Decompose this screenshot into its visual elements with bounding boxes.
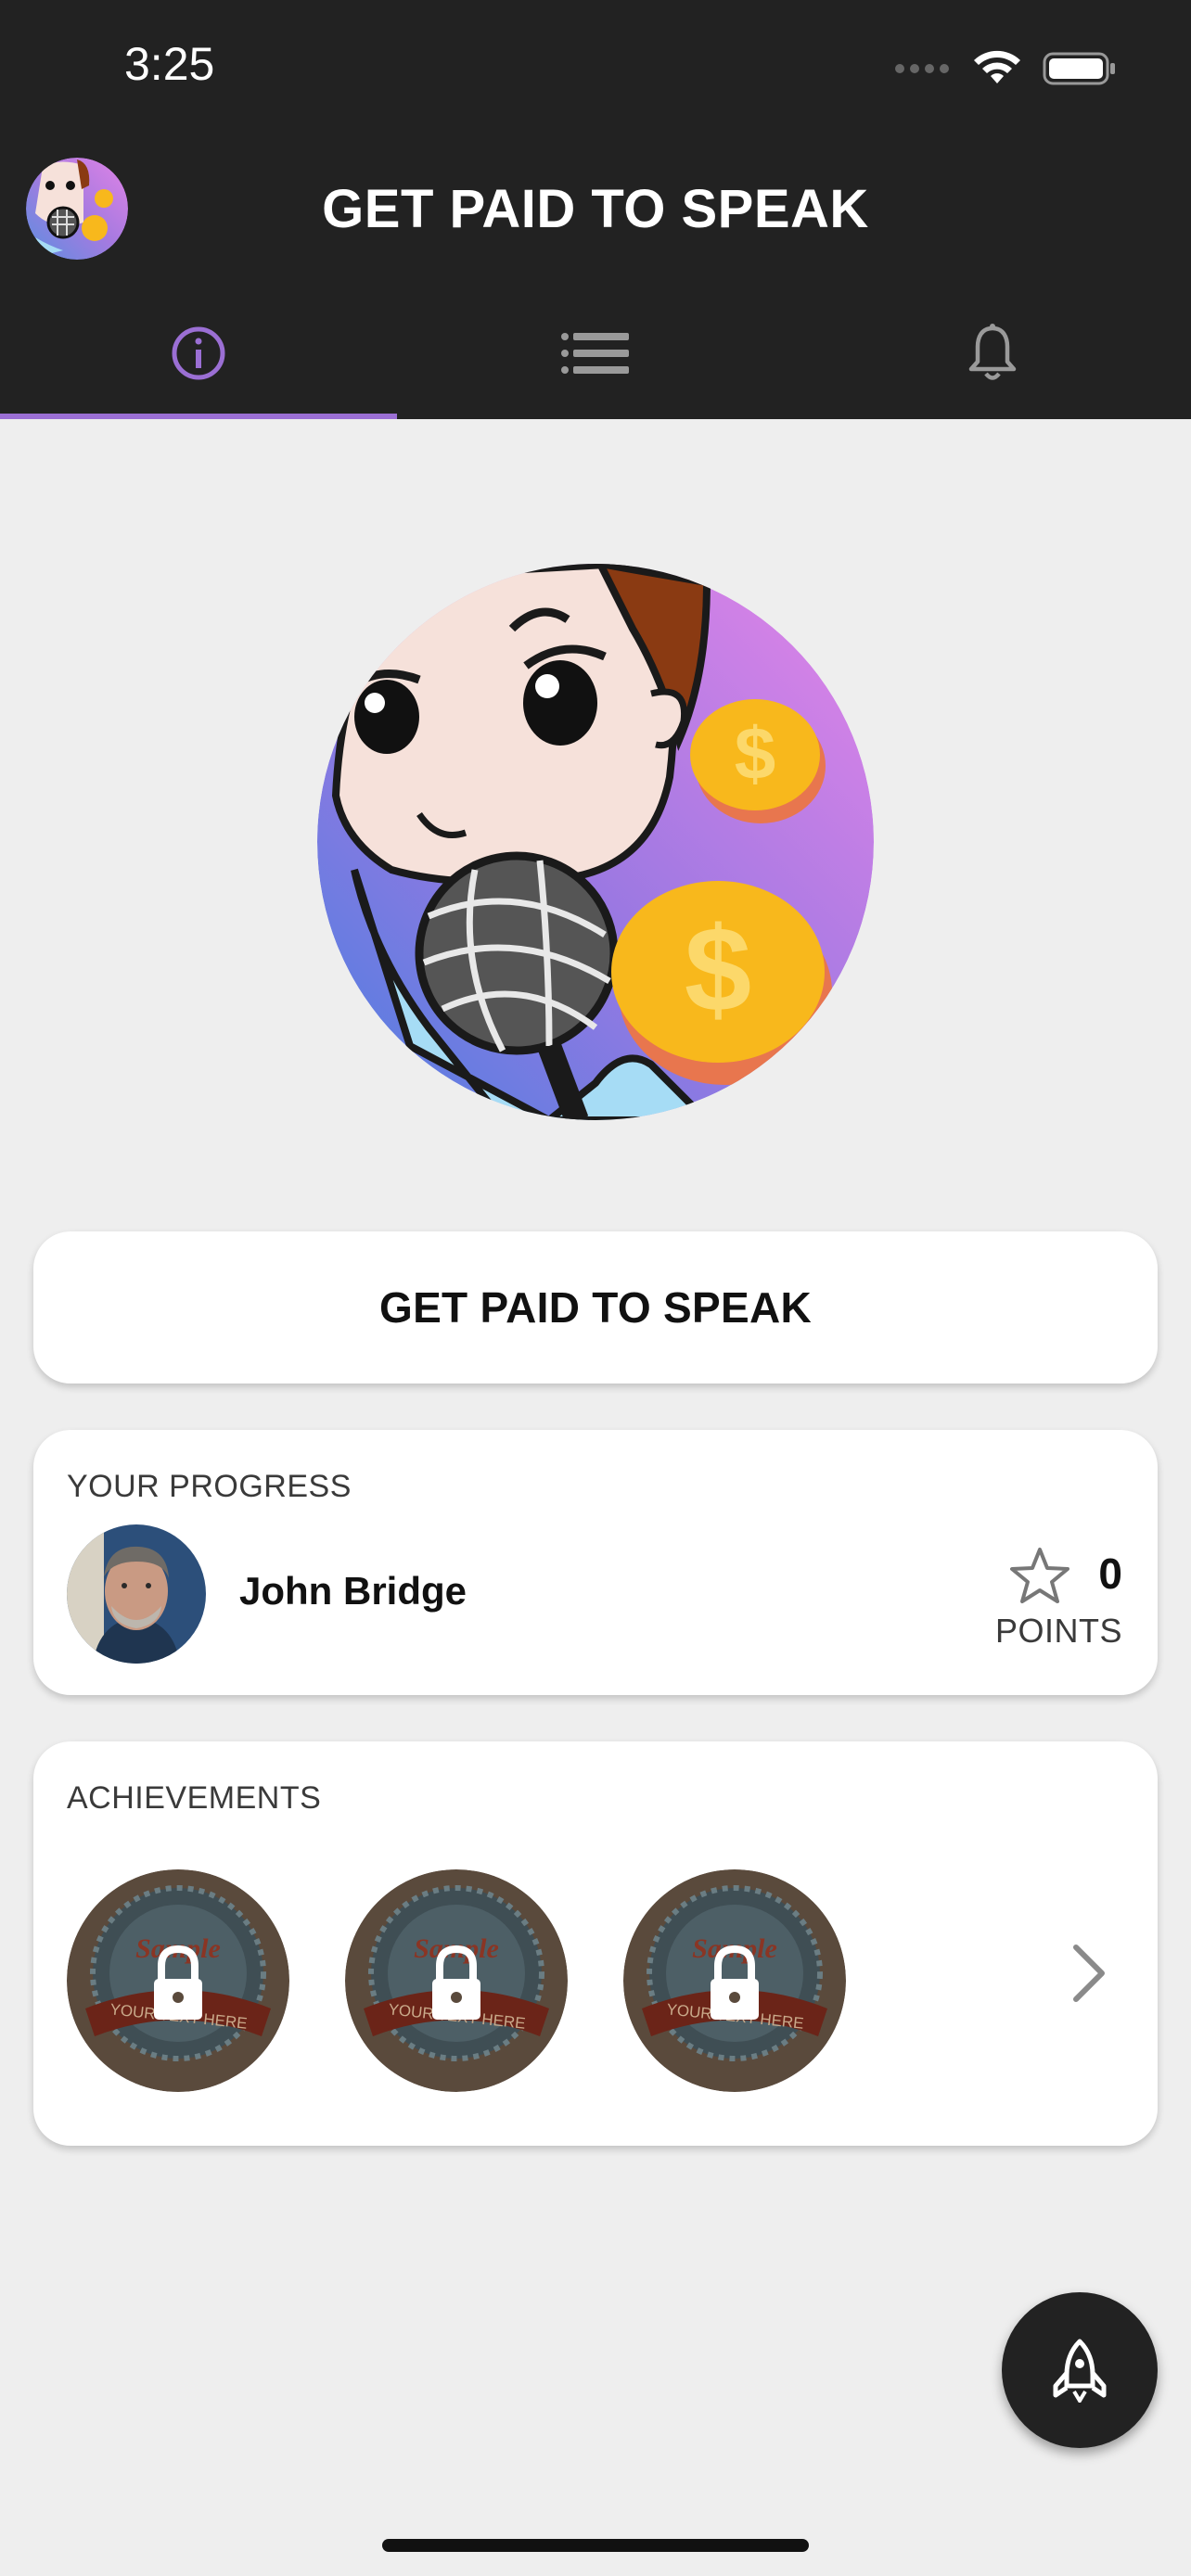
user-name: John Bridge — [239, 1569, 467, 1613]
status-icons — [894, 41, 1117, 96]
chevron-right-icon[interactable] — [1070, 1944, 1108, 2003]
achievements-section-label: ACHIEVEMENTS — [67, 1780, 322, 1816]
hero-illustration: $ $ — [317, 564, 874, 1120]
achievement-badge[interactable]: Sample YOUR TEXT HERE — [67, 1869, 289, 2092]
star-icon — [1010, 1548, 1069, 1603]
points-value: 0 — [1098, 1549, 1122, 1598]
bell-icon — [968, 324, 1017, 380]
wifi-icon — [974, 50, 1020, 83]
progress-card[interactable]: YOUR PROGRESS John Bridge 0 POINTS — [33, 1430, 1158, 1695]
app-title: GET PAID TO SPEAK — [322, 179, 869, 239]
svg-text:$: $ — [735, 712, 776, 795]
achievements-card[interactable]: ACHIEVEMENTS Sample YOUR TEXT HERE Sampl… — [33, 1741, 1158, 2146]
tab-info[interactable] — [0, 287, 397, 419]
rocket-fab-button[interactable] — [1002, 2292, 1158, 2448]
status-time: 3:25 — [124, 38, 215, 90]
achievement-badge[interactable]: Sample YOUR TEXT HERE — [345, 1869, 568, 2092]
progress-section-label: YOUR PROGRESS — [67, 1469, 352, 1504]
top-app-bar: 3:25 GET PAID TO SPEAK — [0, 0, 1191, 419]
achievement-badge[interactable]: Sample YOUR TEXT HERE — [623, 1869, 846, 2092]
avatar[interactable] — [67, 1524, 206, 1664]
locked-badge-icon: Sample YOUR TEXT HERE — [623, 1869, 846, 2092]
active-tab-indicator — [0, 414, 397, 419]
tab-list[interactable] — [397, 287, 794, 419]
mic-girl-coins-illustration: $ $ — [317, 564, 874, 1120]
tab-notifications[interactable] — [794, 287, 1191, 419]
tab-bar — [0, 287, 1191, 419]
rocket-icon — [1053, 2339, 1107, 2403]
locked-badge-icon: Sample YOUR TEXT HERE — [345, 1869, 568, 2092]
svg-text:$: $ — [685, 901, 751, 1037]
locked-badge-icon: Sample YOUR TEXT HERE — [67, 1869, 289, 2092]
get-paid-button[interactable]: GET PAID TO SPEAK — [33, 1231, 1158, 1384]
list-icon — [561, 333, 629, 374]
get-paid-button-label: GET PAID TO SPEAK — [378, 1283, 813, 1332]
signal-icon — [895, 64, 949, 73]
battery-icon — [1043, 52, 1115, 85]
info-icon — [172, 326, 225, 380]
points-label: POINTS — [994, 1612, 1122, 1650]
home-indicator — [382, 2539, 809, 2552]
